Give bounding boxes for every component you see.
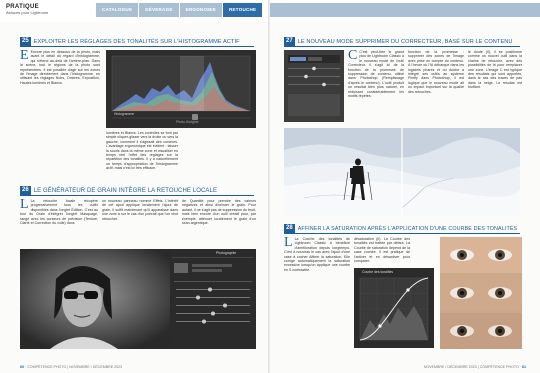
right-footer: NOVEMBRE / DÉCEMBRE 2023 | COMPÉTENCE PH… [423,365,526,369]
section-number: 27 [284,37,295,46]
section-27-text-col2: fonction de la promesse : supprimer des … [408,50,464,94]
histogram-label: Histogramme [114,112,135,116]
divider [284,233,520,234]
drop-cap: L [284,237,293,250]
paragraph: La retouche locale récupère progressivem… [20,199,98,226]
portrait-photo [20,249,256,349]
tone-curve-graphic [354,268,434,348]
section-25-heading: 25 EXPLOITER LES RÉGLAGES DES TONALITÉS … [20,37,240,46]
section-tabs: CATALOGUE DÉVERAGE ERGONOMIE RETOUCHE [96,3,263,17]
histogram-sublabel: Photo d'origine [176,120,199,124]
left-footer: 60 · COMPÉTENCE PHOTO | NOVEMBRE / DÉCEM… [20,365,123,369]
section-28-heading: 28 AFFINER LA SATURATION APRÈS L'APPLICA… [284,224,517,233]
tab-catalogue[interactable]: CATALOGUE [96,3,139,17]
section-27-text: C C'est peut-être le grand plus de Light… [348,50,404,122]
left-page: PRATIQUE Astuces pour Lightroom CATALOGU… [0,0,270,373]
section-25-text: E Encore plus en dessous de la photo, ma… [20,50,100,156]
panel-title: Photographie [216,251,237,255]
section-title: EXPLOITER LES RÉGLAGES DES TONALITÉS SUR… [33,38,240,45]
section-26-text-col2: un nouveau panneau nommé Effets. L'intér… [102,199,178,221]
page-number: 61 [522,365,526,369]
curve-title: Courbe des tonalités [362,270,394,274]
curve-screenshot: Courbe des tonalités [354,268,434,348]
snow-landscape [284,128,520,216]
section-title: LE GÉNÉRATEUR DE GRAIN INTÈGRE LA RETOUC… [33,187,218,194]
brand: PRATIQUE Astuces pour Lightroom [6,4,78,15]
divider [20,46,254,47]
retouch-panel [284,50,344,122]
histogram-screenshot: Histogramme Photo d'origine [106,50,256,128]
section-number: 25 [20,37,31,46]
page-number: 60 [20,365,24,369]
drop-cap: C [348,50,358,63]
section-27-text-col3: le doute (II), il se positionne comme un… [468,50,522,90]
grain-screenshot: Photographie [20,249,256,349]
section-title: AFFINER LA SATURATION APRÈS L'APPLICATIO… [297,225,518,232]
magazine-name: COMPÉTENCE PHOTO [479,365,519,369]
page-header: PRATIQUE Astuces pour Lightroom CATALOGU… [0,0,270,22]
paragraph: La Courbe des tonalités de Lightroom Cla… [284,237,350,272]
issue-date: NOVEMBRE / DÉCEMBRE 2023 [69,365,123,369]
divider [284,46,520,47]
retouch-tool-screenshot [284,50,344,122]
section-26-text-col3: de Quantité pour prendre des valeurs nég… [182,199,256,226]
magazine-name: COMPÉTENCE PHOTO [27,365,67,369]
page-header [270,0,540,22]
right-page: 27 LE NOUVEAU MODE SUPPRIMER DU CORRECTE… [270,0,540,373]
section-number: 26 [20,186,31,195]
header-band [270,3,540,17]
section-25-text-col2: lumières et Blancs. Les contrôles se fon… [106,131,178,171]
eye-closeups [440,237,522,349]
section-28-text: L La Courbe des tonalités de Lightroom C… [284,237,350,349]
drop-cap: E [20,50,29,63]
tab-retouche[interactable]: RETOUCHE [223,3,263,17]
section-26-text: L La retouche locale récupère progressiv… [20,199,98,247]
section-25-text-col3 [182,131,256,179]
divider [20,195,254,196]
section-26-heading: 26 LE GÉNÉRATEUR DE GRAIN INTÈGRE LA RET… [20,186,217,195]
section-number: 28 [284,224,295,233]
section-27-heading: 27 LE NOUVEAU MODE SUPPRIMER DU CORRECTE… [284,37,513,46]
tab-ergonomie[interactable]: ERGONOMIE [179,3,222,17]
section-28-text-col2: désaturation (II). La Courbe des tonalit… [354,237,410,264]
paragraph: Encore plus en dessous de la photo, mais… [20,50,100,85]
tab-deverage[interactable]: DÉVERAGE [139,3,179,17]
drop-cap: L [20,199,29,212]
eye-comparison-photos [440,237,522,349]
magazine-spread: PRATIQUE Astuces pour Lightroom CATALOGU… [0,0,540,373]
histogram-graphic [106,50,256,128]
snow-photo [284,128,520,216]
issue-date: NOVEMBRE / DÉCEMBRE 2023 [423,365,477,369]
brand-subtitle: Astuces pour Lightroom [6,10,49,15]
section-title: LE NOUVEAU MODE SUPPRIMER DU CORRECTEUR,… [297,38,513,45]
